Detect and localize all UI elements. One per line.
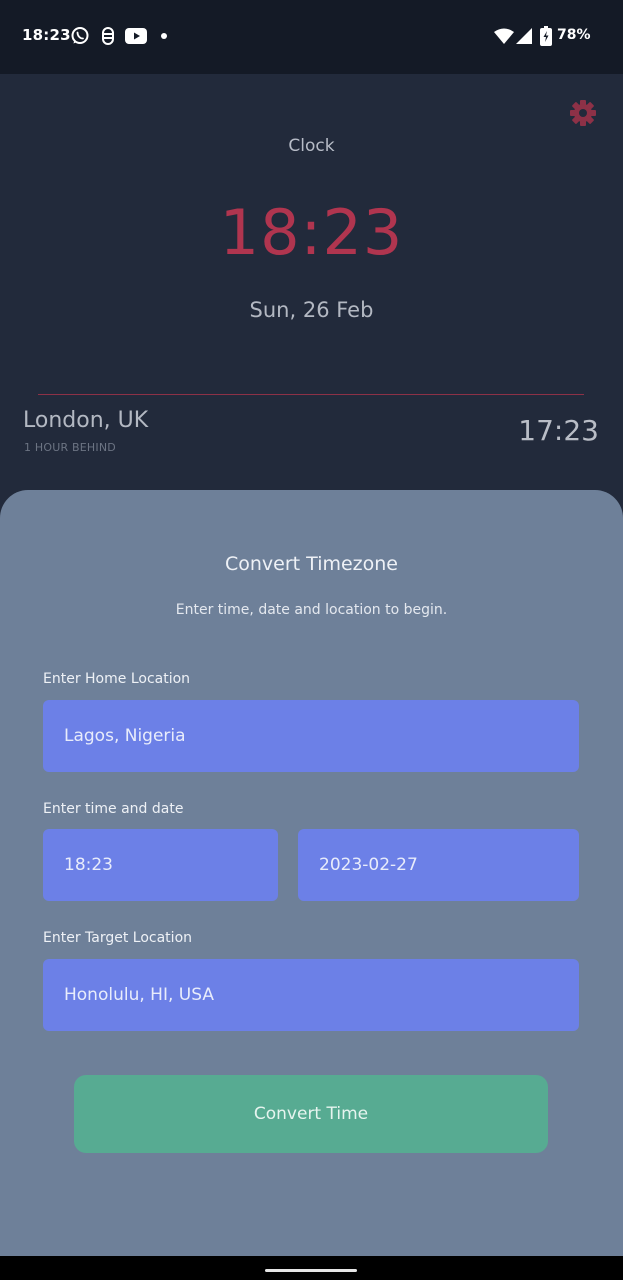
date-input[interactable]: 2023-02-27: [298, 829, 579, 901]
app-title: Clock: [288, 136, 335, 156]
time-difference: 1 HOUR BEHIND: [24, 441, 116, 454]
convert-timezone-sheet: Convert Timezone Enter time, date and lo…: [0, 490, 623, 1256]
youtube-icon: [125, 26, 147, 46]
recorder-icon: [100, 26, 116, 46]
sheet-subtitle: Enter time, date and location to begin.: [175, 602, 448, 618]
battery-icon: [539, 26, 553, 46]
home-location-label: Enter Home Location: [43, 671, 191, 687]
divider: [38, 394, 584, 395]
home-gesture-handle[interactable]: [265, 1269, 357, 1272]
time-input[interactable]: 18:23: [43, 829, 278, 901]
wifi-icon: [493, 26, 515, 46]
gear-icon[interactable]: [569, 99, 597, 127]
city-time: 17:23: [518, 414, 599, 447]
time-date-label: Enter time and date: [43, 801, 184, 817]
target-location-input[interactable]: Honolulu, HI, USA: [43, 959, 579, 1031]
current-time: 18:23: [219, 196, 404, 269]
navigation-bar: [0, 1256, 623, 1280]
home-location-input[interactable]: Lagos, Nigeria: [43, 700, 579, 772]
whatsapp-icon: [70, 26, 90, 46]
status-time: 18:23: [22, 26, 71, 44]
dot-icon: [160, 26, 168, 46]
convert-time-button[interactable]: Convert Time: [74, 1075, 548, 1153]
signal-icon: [515, 26, 533, 46]
target-location-label: Enter Target Location: [43, 930, 193, 946]
status-bar: 18:23 78%: [0, 0, 623, 74]
sheet-title: Convert Timezone: [225, 553, 398, 575]
city-name: London, UK: [23, 408, 149, 433]
phone-screen: 18:23 78% Clock 18:23 Sun, 26 Feb London…: [0, 0, 623, 1280]
current-date: Sun, 26 Feb: [249, 298, 374, 322]
battery-level: 78%: [557, 27, 591, 43]
